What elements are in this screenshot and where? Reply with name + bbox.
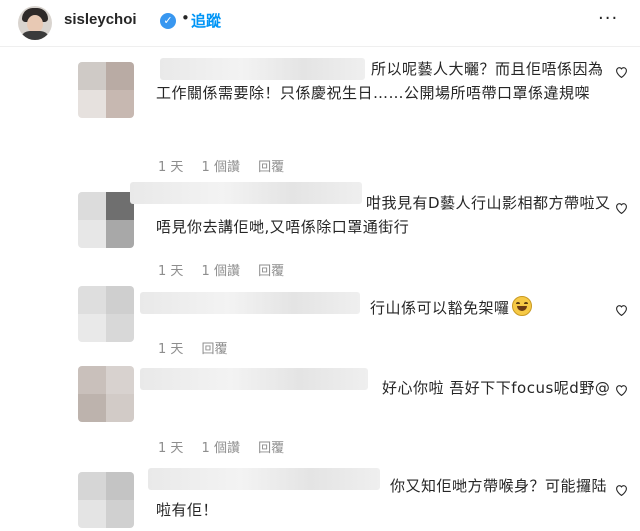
comment-meta: 1 天 1 個讚 回覆	[158, 156, 298, 175]
comment-text-content: 行山係可以豁免架囉	[370, 299, 510, 317]
comment-likes[interactable]: 1 個讚	[202, 160, 240, 175]
comment-meta: 1 天 回覆	[158, 338, 242, 357]
more-options-icon[interactable]: ···	[598, 8, 618, 29]
comment-text: 所以呢藝人大曬？而且佢唔係因為工作關係需要除！只係慶祝生日……公開場所唔帶口罩係…	[156, 60, 604, 102]
comment-item: 行山係可以豁免架囉 1 天 回覆	[0, 284, 640, 362]
comment-time: 1 天	[158, 160, 184, 175]
commenter-avatar[interactable]	[78, 286, 134, 342]
comment-text: 好心你啦 吾好下下focus呢d野@	[382, 379, 611, 397]
comment-time: 1 天	[158, 441, 184, 456]
reply-button[interactable]: 回覆	[258, 160, 284, 175]
comment-time: 1 天	[158, 264, 184, 279]
heart-icon[interactable]	[615, 304, 628, 316]
profile-avatar[interactable]	[18, 6, 52, 40]
post-header: sisleychoi ✓ • 追蹤 ···	[0, 0, 640, 47]
commenter-avatar[interactable]	[78, 192, 134, 248]
heart-icon[interactable]	[615, 202, 628, 214]
heart-icon[interactable]	[615, 384, 628, 396]
comment-time: 1 天	[158, 342, 184, 357]
comment-likes[interactable]: 1 個讚	[202, 441, 240, 456]
commenter-name-blurred[interactable]	[140, 292, 360, 314]
heart-icon[interactable]	[615, 484, 628, 496]
comment-meta: 1 天 1 個讚 回覆	[158, 260, 298, 279]
comment-text: 行山係可以豁免架囉	[370, 296, 532, 320]
comment-item: 咁我見有D藝人行山影相都方帶啦又唔見你去講佢哋,又唔係除口罩通街行 1 天 1 …	[0, 178, 640, 283]
follow-button[interactable]: 追蹤	[191, 10, 221, 31]
comment-item: 所以呢藝人大曬？而且佢唔係因為工作關係需要除！只係慶祝生日……公開場所唔帶口罩係…	[0, 52, 640, 177]
comment-likes[interactable]: 1 個讚	[202, 264, 240, 279]
heart-icon[interactable]	[615, 66, 628, 78]
laughing-emoji-icon	[511, 296, 532, 316]
comment-text: 你又知佢哋方帶喉身？可能攞陆啦有佢！	[156, 477, 608, 519]
comment-item: 你又知佢哋方帶喉身？可能攞陆啦有佢！	[0, 462, 640, 531]
reply-button[interactable]: 回覆	[258, 264, 284, 279]
commenter-avatar[interactable]	[78, 366, 134, 422]
reply-button[interactable]: 回覆	[258, 441, 284, 456]
commenter-avatar[interactable]	[78, 472, 134, 528]
reply-button[interactable]: 回覆	[202, 342, 228, 357]
comment-meta: 1 天 1 個讚 回覆	[158, 437, 298, 456]
username[interactable]: sisleychoi	[64, 11, 137, 28]
separator-dot: •	[181, 9, 190, 27]
verified-icon: ✓	[160, 13, 176, 29]
commenter-avatar[interactable]	[78, 62, 134, 118]
comment-text: 咁我見有D藝人行山影相都方帶啦又唔見你去講佢哋,又唔係除口罩通街行	[156, 194, 611, 236]
comment-item: 好心你啦 吾好下下focus呢d野@ 1 天 1 個讚 回覆	[0, 362, 640, 462]
